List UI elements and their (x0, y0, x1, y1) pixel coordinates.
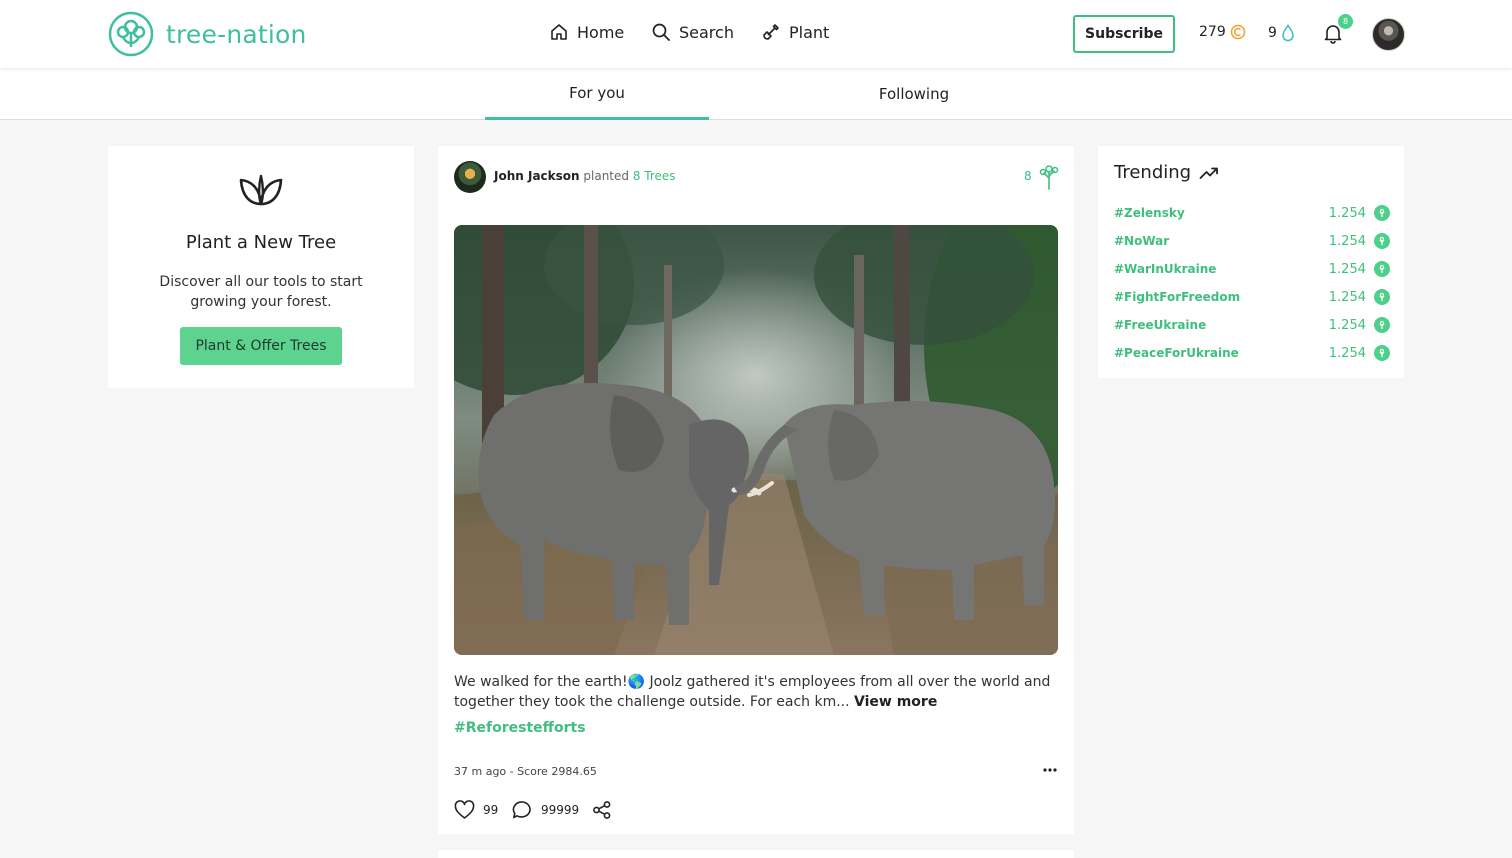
post-verb: planted (583, 169, 630, 183)
trending-tag[interactable]: #NoWar (1114, 234, 1169, 248)
comment-count: 99999 (541, 803, 580, 817)
shovel-icon (763, 24, 779, 40)
comment-button[interactable]: 99999 (512, 800, 579, 820)
tree-icon (1039, 165, 1059, 190)
like-button[interactable]: 99 (454, 800, 498, 820)
post-score: Score 2984.65 (517, 765, 597, 778)
trending-item[interactable]: #Zelensky 1.254 (1114, 203, 1390, 223)
nav-home[interactable]: Home (549, 22, 624, 42)
trending-tag[interactable]: #PeaceForUkraine (1114, 346, 1239, 360)
like-count: 99 (483, 803, 499, 817)
trending-item[interactable]: #WarInUkraine 1.254 (1114, 259, 1390, 279)
trending-tree-icon (1374, 345, 1390, 361)
tab-following[interactable]: Following (802, 68, 1026, 120)
search-icon (652, 23, 670, 41)
subscribe-button[interactable]: Subscribe (1073, 15, 1175, 53)
trending-count: 1.254 (1328, 205, 1366, 221)
post-author-avatar[interactable] (454, 161, 486, 193)
post-trees-link[interactable]: 8 Trees (633, 169, 676, 183)
nav-search-label: Search (679, 22, 734, 42)
view-more-link[interactable]: View more (854, 694, 937, 710)
trending-title-label: Trending (1114, 162, 1192, 183)
drops-value: 9 (1268, 25, 1277, 41)
coin-icon (1230, 24, 1245, 40)
tree-nation-logo-icon (108, 11, 154, 57)
trending-item[interactable]: #NoWar 1.254 (1114, 231, 1390, 251)
plant-offer-trees-button[interactable]: Plant & Offer Trees (180, 327, 342, 365)
trending-tag[interactable]: #Zelensky (1114, 206, 1185, 220)
notification-badge: 8 (1338, 14, 1353, 29)
trending-count: 1.254 (1328, 289, 1366, 305)
feed-tabs: For you Following (0, 68, 1512, 120)
nav-search[interactable]: Search (651, 22, 734, 42)
trending-up-icon (1199, 167, 1219, 179)
trending-count: 1.254 (1328, 233, 1366, 249)
trending-tree-icon (1374, 261, 1390, 277)
trending-tag[interactable]: #FreeUkraine (1114, 318, 1206, 332)
coins-value: 279 (1199, 24, 1226, 40)
elephants-photo (454, 225, 1058, 655)
leaves-icon (239, 174, 283, 206)
share-icon (593, 801, 611, 819)
post-meta: John Jackson planted 8 Trees (494, 169, 676, 183)
post-time-ago: 37 m ago - (454, 765, 514, 778)
trending-item[interactable]: #PeaceForUkraine 1.254 (1114, 343, 1390, 363)
coins-counter[interactable]: 279 (1199, 24, 1246, 40)
trending-item[interactable]: #FreeUkraine 1.254 (1114, 315, 1390, 335)
trending-item[interactable]: #FightForFreedom 1.254 (1114, 287, 1390, 307)
trending-tree-icon (1374, 317, 1390, 333)
nav-home-label: Home (577, 22, 625, 42)
logo[interactable]: tree-nation (108, 11, 307, 57)
plant-card-title: Plant a New Tree (185, 232, 337, 253)
trending-count: 1.254 (1328, 345, 1366, 361)
plant-card-description: Discover all our tools to start growing … (159, 274, 363, 310)
post-hashtag[interactable]: #Reforestefforts (454, 720, 586, 736)
next-feed-post (438, 850, 1074, 858)
post-tree-count: 8 (1024, 169, 1032, 183)
post-body: We walked for the earth!🌎 Joolz gathered… (454, 674, 1051, 710)
tab-for-you[interactable]: For you (485, 68, 709, 120)
trending-tag[interactable]: #WarInUkraine (1114, 262, 1216, 276)
post-author-name[interactable]: John Jackson (494, 169, 580, 183)
share-button[interactable] (592, 800, 620, 820)
trending-tree-icon (1374, 233, 1390, 249)
user-avatar[interactable] (1372, 18, 1405, 51)
trending-title: Trending (1114, 162, 1219, 183)
trending-tag[interactable]: #FightForFreedom (1114, 290, 1240, 304)
trending-tree-icon (1374, 289, 1390, 305)
top-header: tree-nation Home Search Plant Subscribe … (0, 0, 1512, 68)
post-text: We walked for the earth!🌎 Joolz gathered… (454, 672, 1058, 712)
home-icon (551, 24, 567, 40)
post-photo[interactable] (454, 225, 1058, 655)
trending-count: 1.254 (1328, 261, 1366, 277)
nav-plant[interactable]: Plant (761, 22, 829, 42)
trending-count: 1.254 (1328, 317, 1366, 333)
drops-counter[interactable]: 9 (1268, 24, 1295, 42)
more-options-icon[interactable] (1040, 762, 1060, 778)
comment-bubble-icon (512, 801, 531, 819)
post-timestamp: 37 m ago - Score 2984.65 (454, 765, 597, 778)
water-drop-icon (1282, 24, 1294, 42)
logo-text: tree-nation (166, 19, 307, 49)
nav-plant-label: Plant (789, 22, 830, 42)
trending-tree-icon (1374, 205, 1390, 221)
heart-icon (454, 800, 475, 819)
